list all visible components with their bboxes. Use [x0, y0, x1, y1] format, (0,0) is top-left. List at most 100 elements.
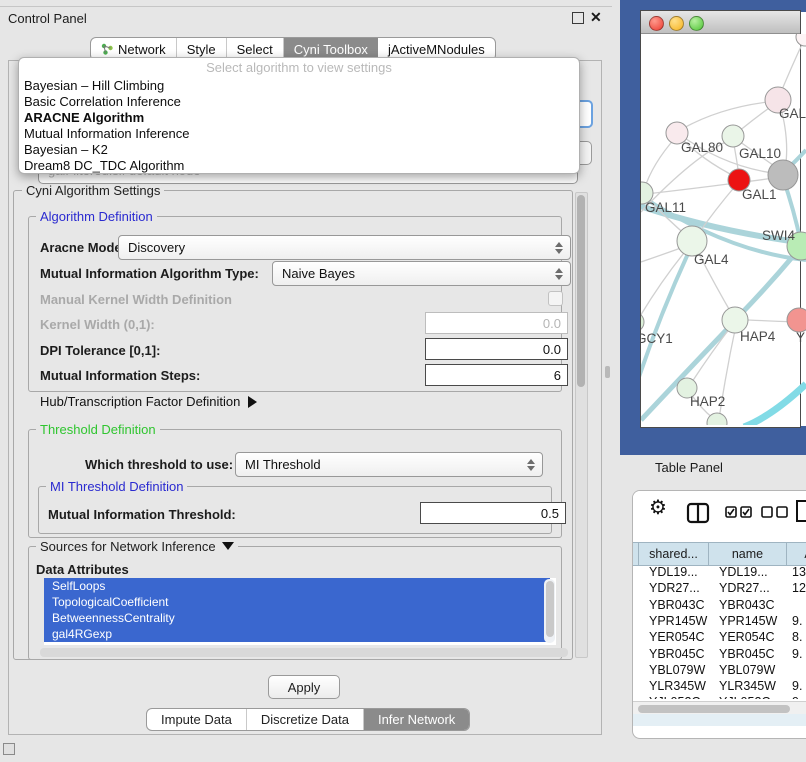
mi-threshold-field[interactable]: 0.5 [420, 502, 566, 524]
tab-label: Network [118, 42, 166, 57]
spinner-arrows-icon [525, 453, 537, 476]
table-cell: YDL19... [709, 564, 787, 580]
data-attributes-list: SelfLoops TopologicalCoefficient Between… [44, 578, 556, 645]
table-row[interactable]: YJL052CYJL052C9. [633, 694, 806, 699]
tab-discretize-data[interactable]: Discretize Data [247, 709, 364, 730]
export-table-icon[interactable] [795, 498, 806, 527]
float-window-icon[interactable] [572, 12, 584, 24]
popup-placeholder: Select algorithm to view settings [19, 60, 579, 75]
table-cell: YBR043C [709, 597, 787, 613]
table-horizontal-scrollbar[interactable] [633, 701, 806, 715]
algorithm-option[interactable]: Bayesian – K2 [24, 142, 108, 157]
table-cell: YLR345W [639, 678, 709, 694]
close-traffic-light[interactable] [649, 16, 664, 31]
table-cell: 9. [787, 678, 806, 694]
select-all-columns-icon[interactable] [725, 506, 753, 521]
zoom-traffic-light[interactable] [689, 16, 704, 31]
table-cell: YLR345W [709, 678, 787, 694]
kernel-width-field[interactable]: 0.0 [425, 312, 568, 334]
algorithm-definition-title: Algorithm Definition [36, 210, 157, 224]
table-cell: YDR27... [639, 580, 709, 596]
apply-button[interactable]: Apply [268, 675, 340, 699]
table-cell: 9. [787, 694, 806, 699]
list-item[interactable]: SelfLoops [44, 578, 550, 594]
mi-type-label: Mutual Information Algorithm Type: [40, 266, 259, 281]
table-body: YDL19...YDL19...13YDR27...YDR27...12YBR0… [633, 564, 806, 699]
mi-steps-field[interactable]: 6 [425, 364, 568, 386]
table-row[interactable]: YER054CYER054C8. [633, 629, 806, 645]
table-row[interactable]: YPR145WYPR145W9. [633, 613, 806, 629]
threshold-definition-title: Threshold Definition [36, 423, 160, 437]
dpi-tolerance-field[interactable]: 0.0 [425, 338, 568, 360]
table-row[interactable]: YBL079WYBL079W [633, 662, 806, 678]
settings-gear-icon[interactable]: ⚙ [649, 498, 667, 518]
table-cell: YPR145W [709, 613, 787, 629]
splitter-handle[interactable] [605, 366, 610, 378]
column-header-shared[interactable]: shared... [639, 543, 709, 565]
manual-kernel-checkbox[interactable] [548, 291, 563, 306]
network-window-titlebar[interactable] [641, 11, 800, 34]
table-cell: 9. [787, 613, 806, 629]
unselect-all-columns-icon[interactable] [761, 506, 789, 521]
table-panel: ⚙ shared... name A YDL19...YDL19...13YDR… [632, 490, 806, 739]
table-cell [787, 597, 806, 613]
bottom-tabbar: Impute Data Discretize Data Infer Networ… [146, 708, 470, 731]
list-scrollbar[interactable] [544, 579, 555, 643]
sources-title[interactable]: Sources for Network Inference [36, 540, 238, 554]
algorithm-combobox-focus-fragment[interactable] [578, 100, 593, 128]
table-cell: YJL052C [639, 694, 709, 699]
settings-scrollbar[interactable] [575, 192, 588, 658]
list-item[interactable]: TopologicalCoefficient [44, 594, 550, 610]
table-cell [787, 662, 806, 678]
table-cell: YER054C [639, 629, 709, 645]
close-icon[interactable]: ✕ [590, 9, 602, 26]
panel-title: Control Panel [8, 11, 87, 26]
window-top-border [0, 6, 612, 7]
which-threshold-label: Which threshold to use: [85, 457, 233, 472]
column-header-partial[interactable]: A [787, 543, 806, 565]
algorithm-option[interactable]: Mutual Information Inference [24, 126, 189, 141]
dpi-tolerance-label: DPI Tolerance [0,1]: [40, 343, 160, 358]
algorithm-option[interactable]: Bayesian – Hill Climbing [24, 78, 164, 93]
network-combobox-fragment[interactable] [578, 141, 592, 165]
collapsed-arrow-icon [248, 396, 257, 408]
screen: Control Panel ✕ Network Style Select Cyn… [0, 0, 806, 762]
table-row[interactable]: YBR043CYBR043C [633, 597, 806, 613]
aracne-mode-combobox[interactable]: Discovery [118, 235, 571, 260]
column-header-name[interactable]: name [709, 543, 787, 565]
table-cell: YBL079W [709, 662, 787, 678]
table-row[interactable]: YDL19...YDL19...13 [633, 564, 806, 580]
kernel-width-label: Kernel Width (0,1): [40, 317, 155, 332]
list-item[interactable]: BetweennessCentrality [44, 610, 550, 626]
table-cell: 12 [787, 580, 806, 596]
table-header-row: shared... name A [633, 542, 806, 566]
table-row[interactable]: YDR27...YDR27...12 [633, 580, 806, 596]
table-cell: YBL079W [639, 662, 709, 678]
table-cell: YJL052C [709, 694, 787, 699]
which-threshold-combobox[interactable]: MI Threshold [235, 452, 543, 477]
table-row[interactable]: YBR045CYBR045C9. [633, 646, 806, 662]
spinner-arrows-icon [553, 236, 565, 259]
table-panel-title: Table Panel [655, 460, 723, 475]
cyni-group-title: Cyni Algorithm Settings [22, 184, 164, 198]
spinner-arrows-icon [553, 262, 565, 285]
tab-infer-network[interactable]: Infer Network [364, 709, 469, 730]
table-cell: YER054C [709, 629, 787, 645]
algorithm-option-selected[interactable]: ARACNE Algorithm [24, 110, 144, 125]
mi-type-combobox[interactable]: Naive Bayes [272, 261, 571, 286]
minimize-traffic-light[interactable] [669, 16, 684, 31]
table-row[interactable]: YLR345WYLR345W9. [633, 678, 806, 694]
mi-threshold-title: MI Threshold Definition [46, 480, 187, 494]
list-horizontal-scrollbar[interactable] [40, 648, 568, 657]
expanded-arrow-icon [222, 542, 234, 550]
dock-icon[interactable] [3, 743, 15, 755]
algorithm-option[interactable]: Basic Correlation Inference [24, 94, 181, 109]
algorithm-option[interactable]: Dream8 DC_TDC Algorithm [24, 158, 184, 173]
split-columns-icon[interactable] [686, 502, 710, 527]
tab-impute-data[interactable]: Impute Data [147, 709, 247, 730]
list-item[interactable]: gal4RGexp [44, 626, 550, 642]
table-cell: YPR145W [639, 613, 709, 629]
hub-section-toggle[interactable]: Hub/Transcription Factor Definition [40, 394, 257, 409]
table-cell: YBR043C [639, 597, 709, 613]
table-cell: YDL19... [639, 564, 709, 580]
